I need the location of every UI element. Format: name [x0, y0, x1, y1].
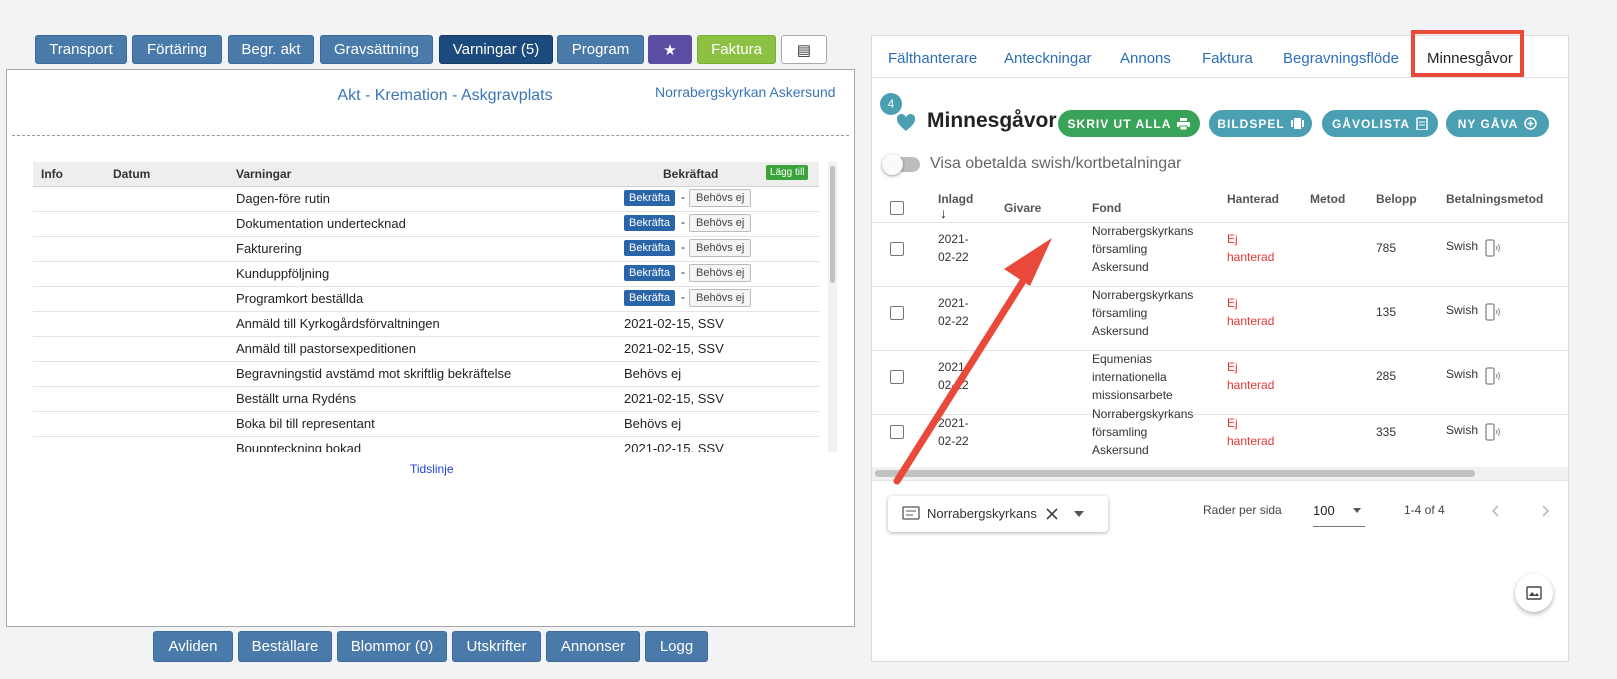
- annotation-arrow: [893, 238, 1052, 485]
